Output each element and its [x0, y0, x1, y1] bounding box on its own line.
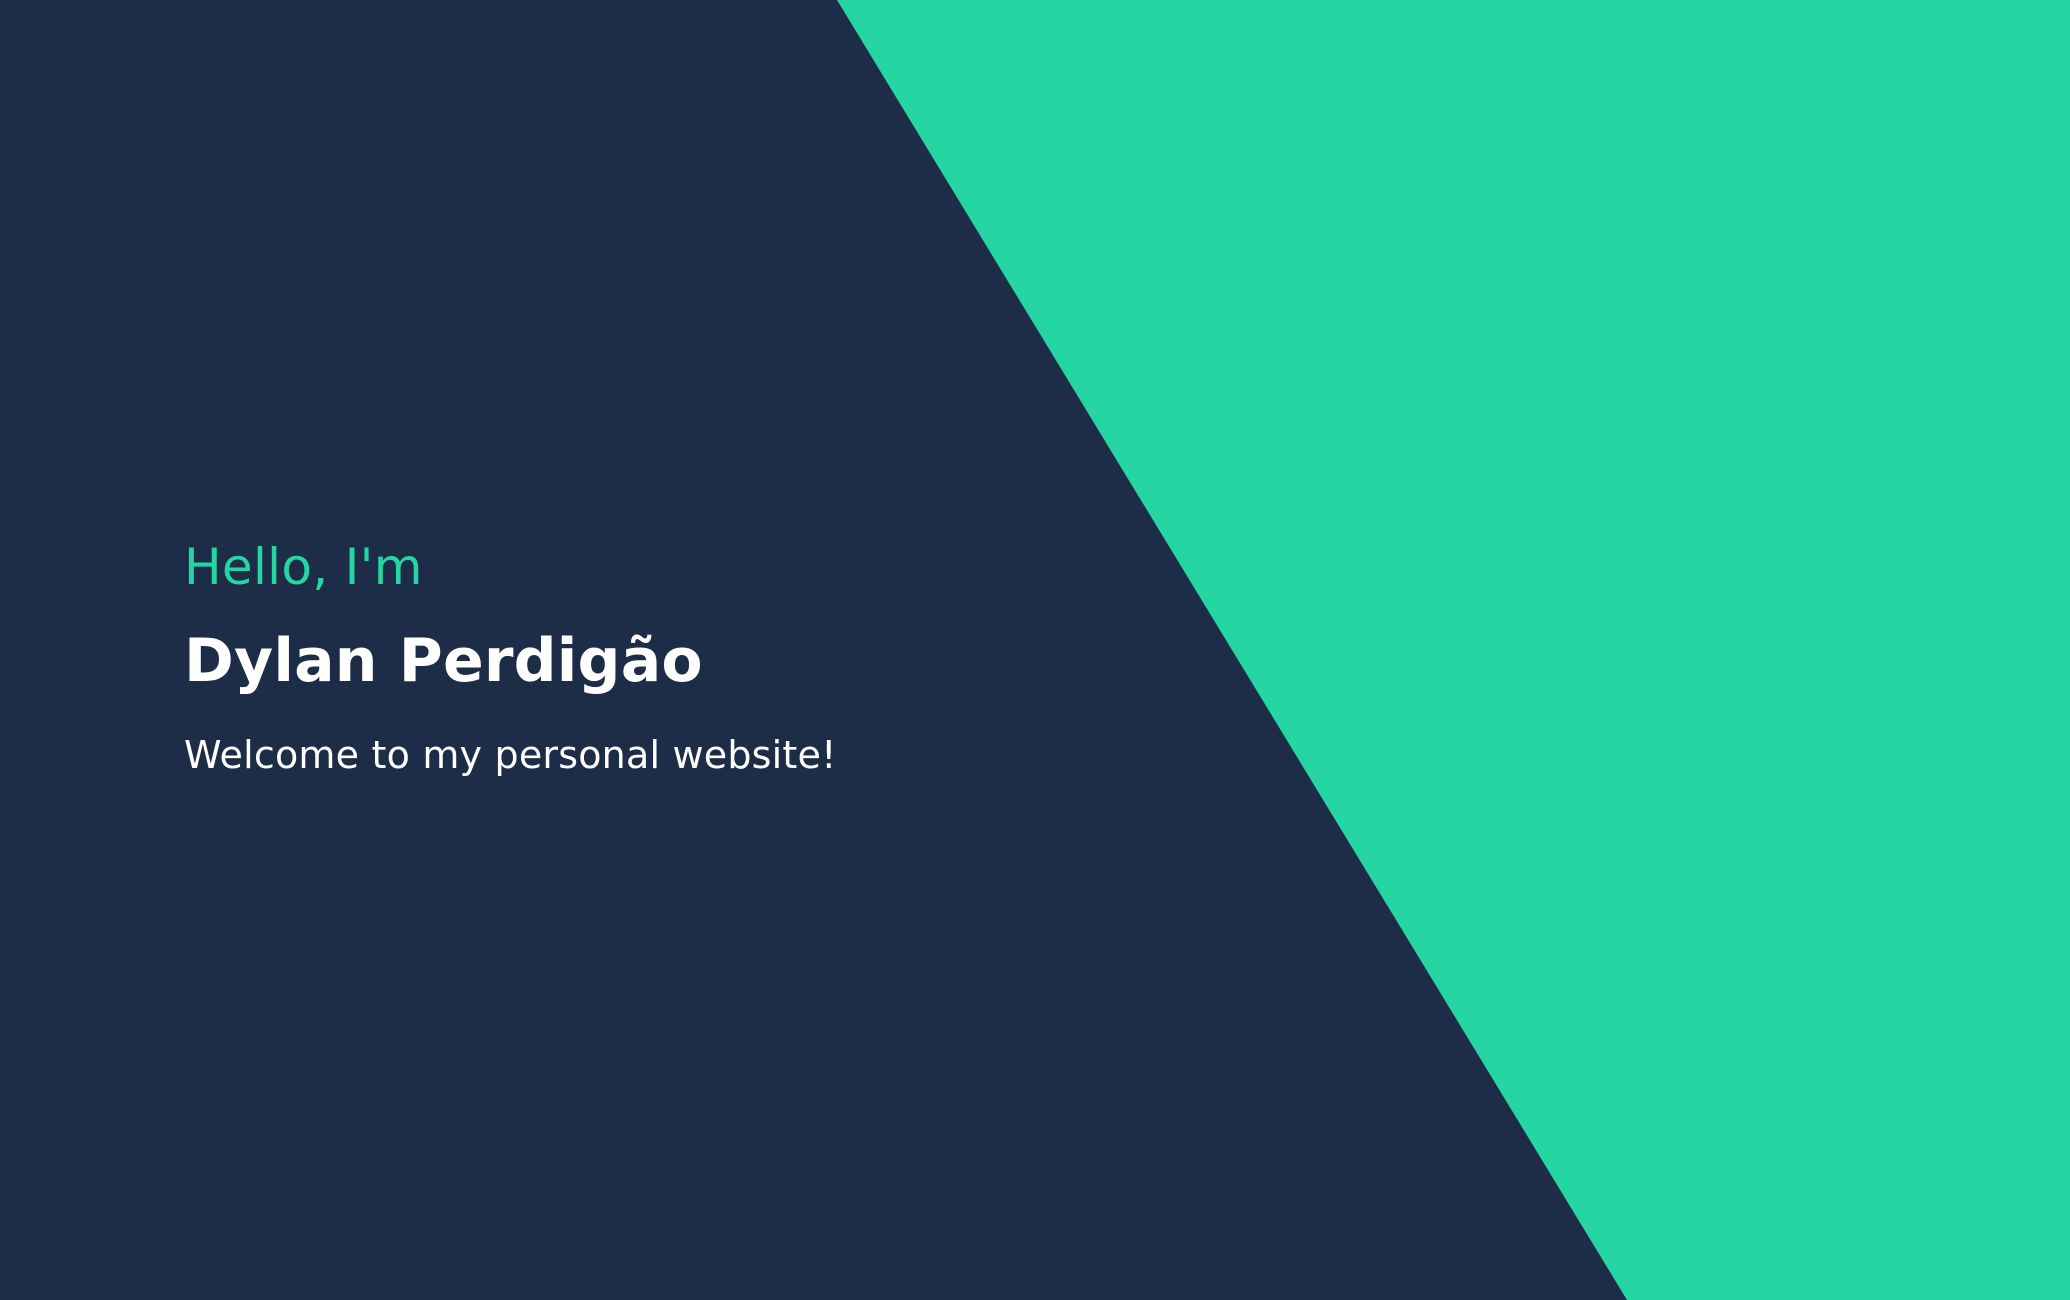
welcome-message: Welcome to my personal website! — [184, 733, 837, 777]
person-name: Dylan Perdigão — [184, 626, 703, 696]
hero-content: Hello, I'm Dylan Perdigão Welcome to my … — [184, 535, 1084, 779]
greeting-text: Hello, I'm — [184, 538, 423, 596]
hero-section: Hello, I'm Dylan Perdigão Welcome to my … — [0, 0, 2070, 1300]
